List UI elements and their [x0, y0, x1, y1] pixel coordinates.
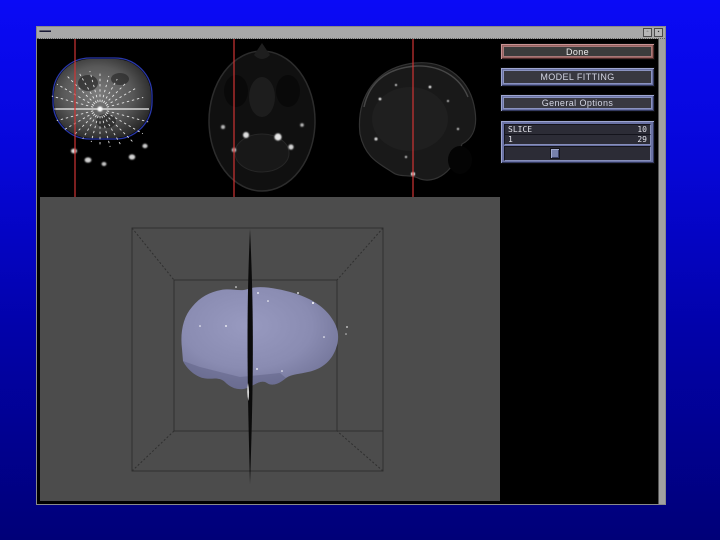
window-controls: ▫ ▪: [643, 28, 663, 37]
slice-slider-panel: SLICE 10 1 29: [500, 120, 655, 164]
slider-current-value: 10: [637, 125, 647, 134]
vertical-scrollbar[interactable]: [658, 39, 665, 504]
slice-slider-track[interactable]: [504, 146, 651, 161]
model-3d-viewport[interactable]: [40, 197, 500, 501]
coronal-slice-view[interactable]: [44, 39, 194, 197]
model-fitting-button[interactable]: MODEL FITTING: [500, 67, 655, 87]
window-content: Done MODEL FITTING General Options SLICE…: [37, 39, 665, 504]
slide-background: { "window": { "title": "▪▪▪▪▪▪▪▪▪▪▪", "c…: [0, 0, 720, 540]
sagittal-slice-view[interactable]: [340, 39, 498, 197]
sinus-dark-region: [448, 146, 472, 174]
slider-min-value: 1: [508, 135, 513, 144]
general-options-button[interactable]: General Options: [500, 94, 655, 112]
fan-center-point: [97, 106, 103, 112]
mri-model-fitting-window: ▪▪▪▪▪▪▪▪▪▪▪ ▫ ▪ Done MODEL FITTING Gener…: [36, 26, 666, 505]
window-maximize-icon[interactable]: ▪: [654, 28, 663, 37]
axial-slice-view[interactable]: [190, 39, 345, 197]
done-button[interactable]: Done: [500, 43, 655, 60]
slider-range-row: 1 29: [504, 134, 651, 145]
window-title: ▪▪▪▪▪▪▪▪▪▪▪: [39, 29, 52, 35]
control-panel: Done MODEL FITTING General Options SLICE…: [500, 43, 655, 164]
model-fitting-button-label: MODEL FITTING: [503, 70, 652, 84]
window-minimize-icon[interactable]: ▫: [643, 28, 652, 37]
window-titlebar[interactable]: ▪▪▪▪▪▪▪▪▪▪▪ ▫ ▪: [37, 27, 665, 39]
general-options-button-label: General Options: [503, 97, 652, 109]
slice-slider-handle[interactable]: [549, 148, 560, 159]
slider-max-value: 29: [637, 135, 647, 144]
slice-cut-plane: [247, 229, 253, 484]
done-button-label: Done: [503, 46, 652, 57]
slider-label: SLICE: [508, 125, 533, 134]
